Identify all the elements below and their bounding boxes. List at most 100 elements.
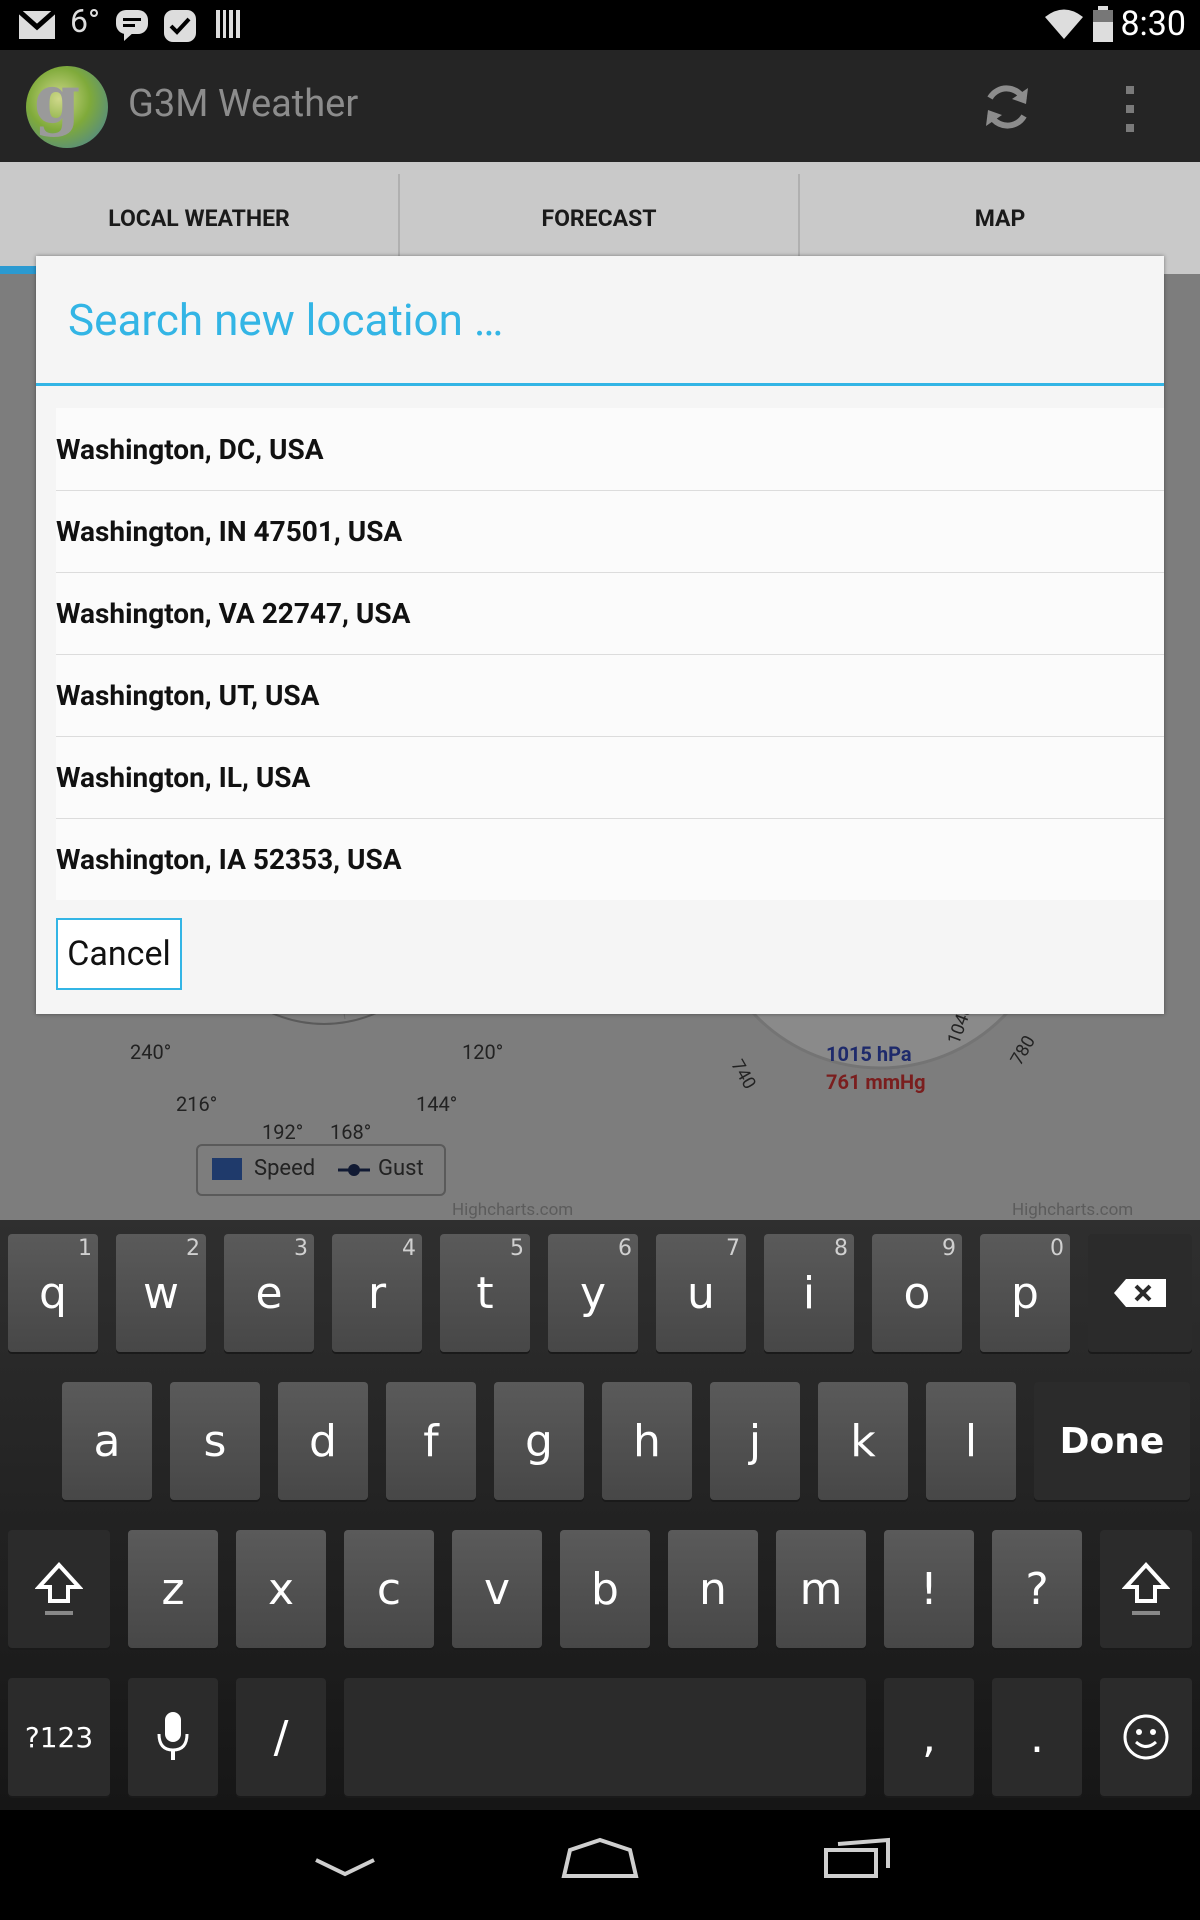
- key-q[interactable]: q1: [8, 1234, 98, 1352]
- key-label: u: [687, 1267, 715, 1319]
- shift-key-left[interactable]: [8, 1530, 110, 1648]
- key-period[interactable]: .: [992, 1678, 1082, 1796]
- voice-input-key[interactable]: [128, 1678, 218, 1796]
- refresh-icon[interactable]: [980, 80, 1034, 134]
- key-s[interactable]: s: [170, 1382, 260, 1500]
- location-result[interactable]: Washington, IN 47501, USA: [56, 490, 1164, 573]
- key-k[interactable]: k: [818, 1382, 908, 1500]
- gmail-icon: [18, 10, 56, 39]
- key-label: t: [476, 1267, 494, 1319]
- search-location-input[interactable]: [36, 256, 1164, 386]
- location-result-label: Washington, IN 47501, USA: [56, 514, 403, 548]
- key-u[interactable]: u7: [656, 1234, 746, 1352]
- action-bar: g G3M Weather: [0, 50, 1200, 162]
- wind-label: 192°: [262, 1120, 304, 1144]
- location-result-label: Washington, DC, USA: [56, 432, 324, 466]
- location-result[interactable]: Washington, DC, USA: [56, 408, 1164, 491]
- cancel-button[interactable]: Cancel: [56, 918, 182, 990]
- battery-icon: [1093, 6, 1113, 42]
- key-label: q: [39, 1267, 67, 1319]
- key-label: p: [1011, 1267, 1039, 1319]
- key-b[interactable]: b: [560, 1530, 650, 1648]
- location-result-label: Washington, VA 22747, USA: [56, 596, 411, 630]
- app-title: G3M Weather: [128, 82, 359, 126]
- location-result[interactable]: Washington, UT, USA: [56, 654, 1164, 737]
- key-label: a: [93, 1415, 121, 1467]
- key-f[interactable]: f: [386, 1382, 476, 1500]
- key-label: y: [579, 1267, 607, 1319]
- key-z[interactable]: z: [128, 1530, 218, 1648]
- backspace-key[interactable]: [1088, 1234, 1192, 1352]
- app-logo: g: [26, 60, 108, 148]
- key-a[interactable]: a: [62, 1382, 152, 1500]
- key-n[interactable]: n: [668, 1530, 758, 1648]
- location-result-label: Washington, UT, USA: [56, 678, 320, 712]
- key-label: i: [802, 1267, 816, 1319]
- temperature-status: 6°: [70, 2, 100, 40]
- key-slash[interactable]: /: [236, 1678, 326, 1796]
- overflow-menu-icon[interactable]: [1124, 84, 1136, 134]
- key-hint: 7: [726, 1236, 740, 1261]
- location-result-label: Washington, IA 52353, USA: [56, 842, 402, 876]
- key-label: o: [903, 1267, 931, 1319]
- key-p[interactable]: p0: [980, 1234, 1070, 1352]
- key-question[interactable]: ?: [992, 1530, 1082, 1648]
- emoji-key[interactable]: [1100, 1678, 1192, 1796]
- key-t[interactable]: t5: [440, 1234, 530, 1352]
- back-icon[interactable]: [312, 1856, 378, 1880]
- key-hint: 4: [402, 1236, 416, 1261]
- key-hint: 5: [510, 1236, 524, 1261]
- key-label: j: [748, 1415, 762, 1467]
- key-o[interactable]: o9: [872, 1234, 962, 1352]
- key-label: r: [367, 1267, 387, 1319]
- key-comma[interactable]: ,: [884, 1678, 974, 1796]
- key-label: b: [591, 1563, 619, 1615]
- highcharts-credit: Highcharts.com: [452, 1200, 574, 1220]
- gust-swatch: [338, 1164, 370, 1176]
- key-m[interactable]: m: [776, 1530, 866, 1648]
- key-x[interactable]: x: [236, 1530, 326, 1648]
- legend-gust: Gust: [378, 1156, 424, 1181]
- shift-icon: [35, 1562, 83, 1615]
- speed-swatch: [212, 1158, 242, 1180]
- wind-label: 216°: [176, 1092, 218, 1116]
- key-label: ?: [1025, 1563, 1049, 1615]
- app-logo-letter: g: [34, 60, 81, 138]
- location-result[interactable]: Washington, IL, USA: [56, 736, 1164, 819]
- smiley-icon: [1123, 1714, 1169, 1760]
- key-label: x: [267, 1563, 295, 1615]
- key-label: f: [423, 1415, 439, 1467]
- key-exclamation[interactable]: !: [884, 1530, 974, 1648]
- pressure-mmhg: 761 mmHg: [826, 1070, 926, 1094]
- key-j[interactable]: j: [710, 1382, 800, 1500]
- symbols-key[interactable]: ?123: [8, 1678, 110, 1796]
- key-v[interactable]: v: [452, 1530, 542, 1648]
- key-h[interactable]: h: [602, 1382, 692, 1500]
- key-e[interactable]: e3: [224, 1234, 314, 1352]
- home-icon[interactable]: [560, 1836, 640, 1880]
- location-result-label: Washington, IL, USA: [56, 760, 311, 794]
- key-g[interactable]: g: [494, 1382, 584, 1500]
- clock: 8:30: [1120, 4, 1186, 44]
- key-r[interactable]: r4: [332, 1234, 422, 1352]
- done-key[interactable]: Done: [1034, 1382, 1190, 1500]
- soft-keyboard: q1 w2 e3 r4 t5 y6 u7 i8 o9 p0 a s d f g …: [0, 1220, 1200, 1810]
- key-label: v: [483, 1563, 511, 1615]
- space-key[interactable]: [344, 1678, 866, 1796]
- key-i[interactable]: i8: [764, 1234, 854, 1352]
- highcharts-credit: Highcharts.com: [1012, 1200, 1134, 1220]
- key-w[interactable]: w2: [116, 1234, 206, 1352]
- key-hint: 6: [618, 1236, 632, 1261]
- key-d[interactable]: d: [278, 1382, 368, 1500]
- key-hint: 3: [294, 1236, 308, 1261]
- key-label: m: [799, 1563, 843, 1615]
- key-label: g: [525, 1415, 553, 1467]
- location-result[interactable]: Washington, VA 22747, USA: [56, 572, 1164, 655]
- key-l[interactable]: l: [926, 1382, 1016, 1500]
- location-result[interactable]: Washington, IA 52353, USA: [56, 818, 1164, 900]
- key-hint: 9: [942, 1236, 956, 1261]
- shift-key-right[interactable]: [1100, 1530, 1192, 1648]
- key-c[interactable]: c: [344, 1530, 434, 1648]
- recent-apps-icon[interactable]: [822, 1836, 892, 1880]
- key-y[interactable]: y6: [548, 1234, 638, 1352]
